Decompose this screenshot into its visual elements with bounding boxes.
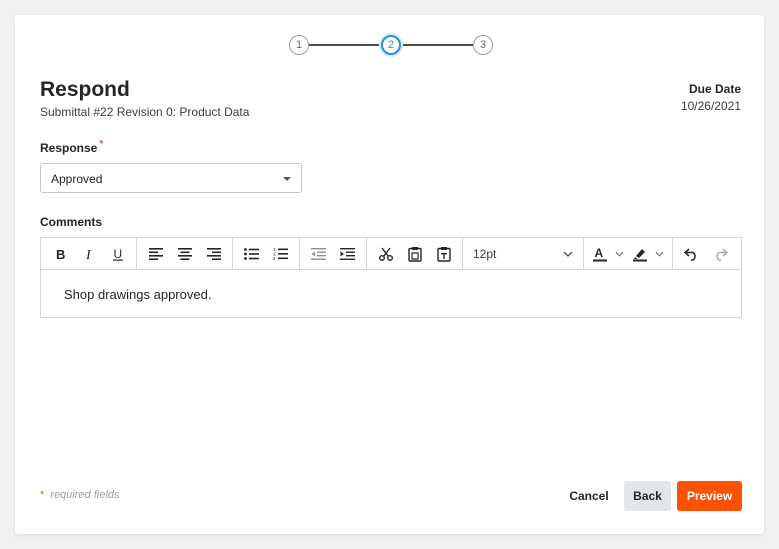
due-date-value: 10/26/2021 — [680, 99, 741, 113]
caret-down-icon — [283, 177, 291, 181]
step-connector — [309, 44, 381, 46]
outdent-icon[interactable] — [304, 241, 333, 267]
color-group: A — [584, 238, 673, 269]
underline-icon[interactable]: U — [103, 241, 132, 267]
response-label-text: Response — [40, 141, 98, 155]
svg-text:U: U — [113, 247, 122, 261]
svg-text:I: I — [85, 248, 92, 261]
paste-text-icon[interactable] — [429, 241, 458, 267]
align-left-icon[interactable] — [141, 241, 170, 267]
respond-dialog: 1 2 3 Respond Submittal #22 Revision 0: … — [15, 15, 764, 534]
bullet-list-icon[interactable] — [237, 241, 266, 267]
numbered-list-icon[interactable]: 123 — [266, 241, 295, 267]
step-2-active: 2 — [381, 35, 401, 55]
step-1: 1 — [289, 35, 309, 55]
comments-label: Comments — [40, 215, 103, 229]
preview-button[interactable]: Preview — [677, 481, 742, 511]
highlight-icon[interactable] — [628, 241, 668, 267]
due-date-label: Due Date — [688, 82, 741, 96]
comments-body[interactable]: Shop drawings approved. — [64, 287, 211, 302]
list-group: 123 — [233, 238, 300, 269]
progress-stepper: 1 2 3 — [289, 35, 493, 55]
undo-icon[interactable] — [677, 241, 706, 267]
response-label: Response * — [40, 139, 104, 155]
align-group — [137, 238, 233, 269]
redo-icon[interactable] — [706, 241, 735, 267]
align-right-icon[interactable] — [199, 241, 228, 267]
required-fields-note: * required fields — [40, 489, 119, 501]
chevron-down-icon — [655, 251, 664, 257]
format-group: B I U — [41, 238, 137, 269]
history-group — [673, 238, 739, 269]
font-size-group: 12pt — [463, 238, 584, 269]
required-marker: * — [40, 489, 45, 501]
step-3: 3 — [473, 35, 493, 55]
step-connector — [401, 44, 473, 46]
svg-text:3: 3 — [273, 256, 276, 260]
font-size-select[interactable]: 12pt — [467, 247, 579, 261]
comments-editor: B I U 1 2 3 12pt A Shop drawings approve… — [40, 237, 742, 318]
back-button[interactable]: Back — [624, 481, 671, 511]
clipboard-group — [367, 238, 463, 269]
chevron-down-icon — [615, 251, 624, 257]
align-center-icon[interactable] — [170, 241, 199, 267]
required-marker: * — [99, 139, 104, 150]
italic-icon[interactable]: I — [74, 241, 103, 267]
bold-icon[interactable]: B — [45, 241, 74, 267]
page-title: Respond — [40, 78, 130, 101]
paste-icon[interactable] — [400, 241, 429, 267]
response-select[interactable]: Approved — [40, 163, 302, 193]
text-color-icon[interactable]: A — [588, 241, 628, 267]
svg-text:A: A — [595, 246, 604, 260]
cancel-button[interactable]: Cancel — [562, 481, 616, 511]
required-fields-text: required fields — [50, 489, 120, 501]
cut-icon[interactable] — [371, 241, 400, 267]
svg-text:B: B — [56, 247, 65, 261]
chevron-down-icon — [563, 251, 573, 257]
indent-group — [300, 238, 367, 269]
page-subtitle: Submittal #22 Revision 0: Product Data — [40, 105, 250, 119]
response-select-value: Approved — [51, 172, 103, 186]
font-size-value: 12pt — [473, 246, 497, 261]
editor-toolbar: B I U 1 2 3 12pt A — [41, 238, 741, 270]
indent-icon[interactable] — [333, 241, 362, 267]
